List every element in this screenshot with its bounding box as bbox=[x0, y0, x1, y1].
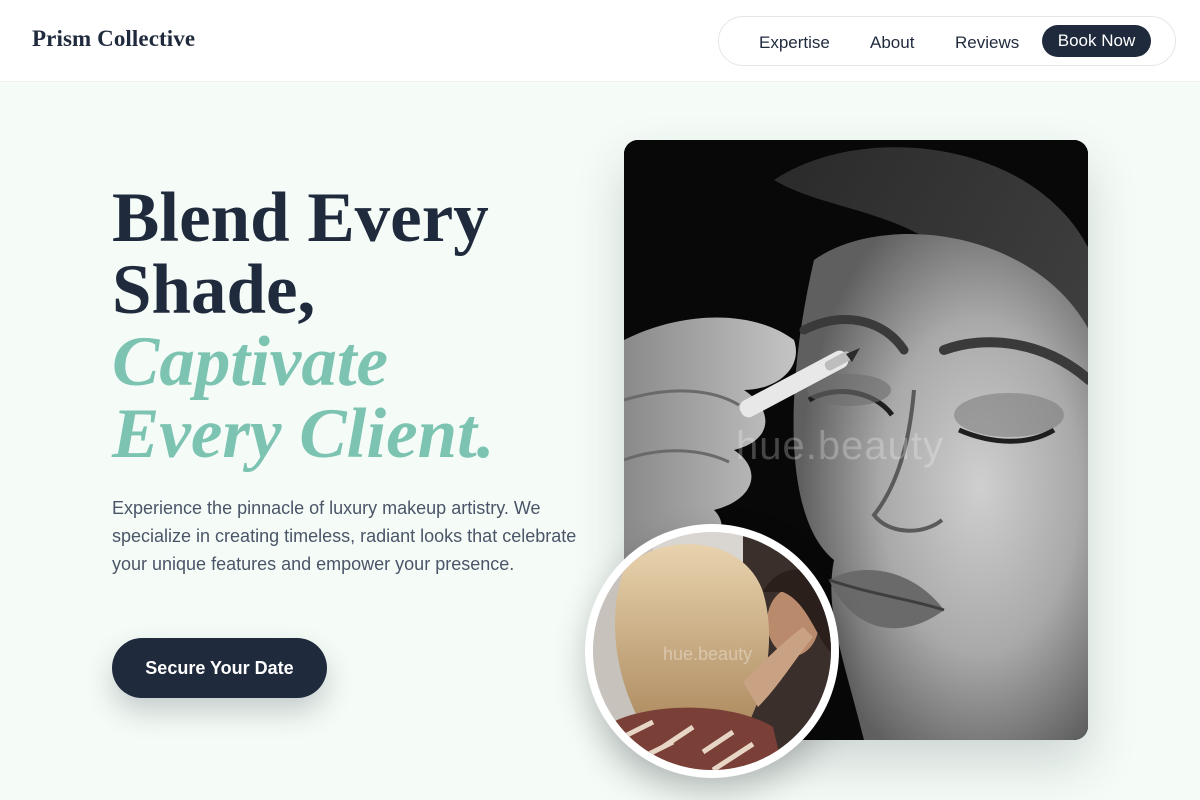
main-nav: Expertise About Reviews Book Now bbox=[718, 16, 1176, 66]
hero-headline: Blend Every Shade, Captivate Every Clien… bbox=[112, 182, 582, 470]
nav-link-about[interactable]: About bbox=[870, 33, 914, 53]
headline-accent-line: Captivate bbox=[112, 323, 389, 401]
inset-watermark: hue.beauty bbox=[663, 644, 753, 664]
headline-line: Shade, bbox=[112, 251, 316, 329]
book-now-button[interactable]: Book Now bbox=[1042, 25, 1151, 57]
site-header: Prism Collective Expertise About Reviews… bbox=[0, 0, 1200, 82]
hero-description: Experience the pinnacle of luxury makeup… bbox=[112, 498, 577, 574]
brand-logo[interactable]: Prism Collective bbox=[32, 26, 195, 52]
inset-photo-frame: hue.beauty bbox=[585, 524, 839, 778]
secure-date-button[interactable]: Secure Your Date bbox=[112, 638, 327, 698]
nav-link-reviews[interactable]: Reviews bbox=[955, 33, 1019, 53]
headline-accent-line: Every Client. bbox=[112, 395, 495, 473]
nav-link-expertise[interactable]: Expertise bbox=[759, 33, 830, 53]
photo-watermark: hue.beauty bbox=[736, 424, 944, 468]
inset-photo-artist-at-work: hue.beauty bbox=[593, 532, 831, 770]
headline-line: Blend Every bbox=[112, 179, 489, 257]
